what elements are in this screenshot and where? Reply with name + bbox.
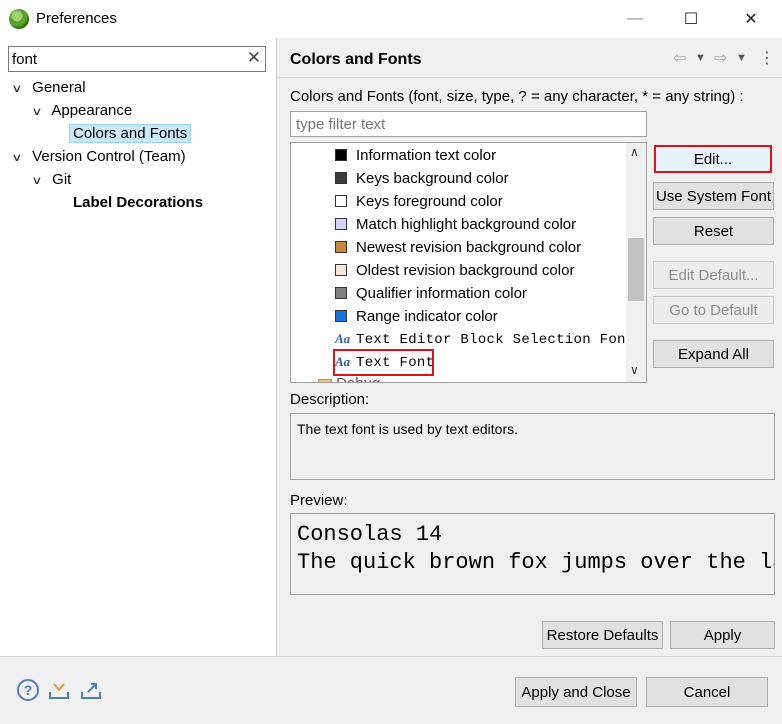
page-description: Colors and Fonts (font, size, type, ? = …: [290, 88, 744, 105]
cancel-button[interactable]: Cancel: [646, 677, 768, 707]
window-title: Preferences: [36, 10, 117, 27]
restore-defaults-button[interactable]: Restore Defaults: [542, 621, 663, 649]
close-window-button[interactable]: ✕: [728, 4, 774, 34]
reset-button[interactable]: Reset: [653, 217, 774, 245]
preference-page: Colors and Fonts ⇦ ▼ ⇨ ▼ ⋮ Colors and Fo…: [278, 38, 782, 656]
tree-item-keys-foreground-color[interactable]: Keys foreground color: [335, 191, 503, 213]
preview-font-name: Consolas 14: [297, 522, 443, 547]
scroll-up-arrow-icon[interactable]: ∧: [630, 145, 639, 159]
tree-item-label: Appearance: [51, 102, 133, 119]
description-label: Description:: [290, 391, 370, 408]
back-dropdown-icon[interactable]: ▼: [695, 52, 706, 64]
tree-item-match-highlight-background-color[interactable]: Match highlight background color: [335, 214, 576, 236]
expand-all-button[interactable]: Expand All: [653, 340, 774, 368]
tree-item-label: Information text color: [356, 147, 497, 164]
tree-item-label: Qualifier information color: [356, 285, 527, 302]
import-icon[interactable]: [48, 679, 70, 701]
edit-font-button[interactable]: Edit...: [654, 145, 772, 173]
font-icon: Aa: [335, 331, 351, 346]
chevron-down-icon[interactable]: ∨: [11, 78, 31, 100]
tree-item-colors-and-fonts[interactable]: Colors and Fonts: [69, 123, 192, 145]
tree-item-general[interactable]: ∨ General: [11, 77, 86, 100]
tree-item-label: Version Control (Team): [32, 148, 186, 165]
view-menu-icon[interactable]: ⋮: [759, 48, 775, 68]
use-system-font-button[interactable]: Use System Font: [653, 182, 774, 210]
title-bar: Preferences — ☐ ✕: [0, 0, 782, 38]
tree-item-newest-revision-background-color[interactable]: Newest revision background color: [335, 237, 581, 259]
color-swatch: [335, 172, 347, 184]
tree-item-git[interactable]: ∨ Git: [31, 169, 72, 192]
apply-and-close-button[interactable]: Apply and Close: [515, 677, 637, 707]
tree-item-label: Label Decorations: [73, 194, 204, 211]
color-swatch: [335, 195, 347, 207]
page-header: Colors and Fonts ⇦ ▼ ⇨ ▼ ⋮: [278, 38, 782, 78]
color-swatch: [335, 264, 347, 276]
tree-item-appearance[interactable]: ∨ Appearance: [31, 100, 133, 123]
tree-item-oldest-revision-background-color[interactable]: Oldest revision background color: [335, 260, 574, 282]
apply-button[interactable]: Apply: [670, 621, 775, 649]
forward-arrow-icon[interactable]: ⇨: [714, 48, 727, 68]
preferences-navigation: ✕ ∨ General ∨ Appearance Colors and Font…: [0, 38, 277, 656]
tree-item-label: Newest revision background color: [356, 239, 582, 256]
tree-item-keys-background-color[interactable]: Keys background color: [335, 168, 509, 190]
tree-item-label-decorations[interactable]: Label Decorations: [73, 192, 203, 214]
tree-item-qualifier-information-color[interactable]: Qualifier information color: [335, 283, 527, 305]
tree-item-label: Keys background color: [356, 170, 509, 187]
scroll-down-arrow-icon[interactable]: ∨: [630, 363, 639, 377]
tree-scrollbar[interactable]: ∧ ∨: [626, 143, 646, 382]
maximize-button[interactable]: ☐: [668, 4, 714, 34]
preview-sample-text: The quick brown fox jumps over the la: [297, 550, 775, 575]
tree-item-label: Match highlight background color: [356, 216, 577, 233]
minimize-button[interactable]: —: [612, 4, 658, 34]
description-text: The text font is used by text editors.: [290, 413, 775, 480]
font-preview: Consolas 14 The quick brown fox jumps ov…: [290, 513, 775, 595]
preview-label: Preview:: [290, 492, 348, 509]
dialog-footer: ? Apply and Close Cancel: [0, 656, 782, 724]
help-icon[interactable]: ?: [17, 679, 39, 701]
chevron-down-icon[interactable]: ∨: [11, 147, 31, 169]
forward-dropdown-icon[interactable]: ▼: [736, 52, 747, 64]
color-swatch: [335, 149, 347, 161]
color-swatch: [335, 310, 347, 322]
folder-icon: [318, 379, 333, 382]
type-filter-input[interactable]: [290, 111, 647, 137]
tree-item-label: Oldest revision background color: [356, 262, 575, 279]
eclipse-app-icon: [9, 9, 29, 29]
go-to-default-button[interactable]: Go to Default: [653, 296, 774, 324]
export-icon[interactable]: [80, 679, 102, 701]
scroll-thumb[interactable]: [628, 238, 644, 301]
tree-item-label: Keys foreground color: [356, 193, 503, 210]
tree-item-range-indicator-color[interactable]: Range indicator color: [335, 306, 498, 328]
colors-fonts-tree[interactable]: Information text color Keys background c…: [290, 142, 647, 383]
chevron-right-icon[interactable]: ▶: [301, 380, 308, 382]
tree-item-information-text-color[interactable]: Information text color: [335, 145, 496, 167]
tree-item-label: Colors and Fonts: [69, 124, 192, 143]
tree-item-label: Git: [52, 171, 72, 188]
tree-item-label: Debug: [336, 375, 380, 382]
color-swatch: [335, 287, 347, 299]
edit-default-button[interactable]: Edit Default...: [653, 261, 774, 289]
page-title: Colors and Fonts: [290, 51, 422, 68]
tree-item-block-selection-font[interactable]: Aa Text Editor Block Selection Font: [335, 328, 634, 350]
preference-filter-box: ✕: [8, 46, 266, 72]
text-font-highlight-box: [333, 349, 434, 376]
tree-item-label: General: [32, 79, 86, 96]
back-arrow-icon[interactable]: ⇦: [673, 48, 686, 68]
chevron-down-icon[interactable]: ∨: [31, 170, 51, 192]
tree-item-label: Text Editor Block Selection Font: [356, 332, 635, 348]
color-swatch: [335, 218, 347, 230]
chevron-down-icon[interactable]: ∨: [31, 101, 51, 123]
tree-item-label: Range indicator color: [356, 308, 498, 325]
preference-filter-input[interactable]: [12, 50, 240, 68]
color-swatch: [335, 241, 347, 253]
tree-item-version-control[interactable]: ∨ Version Control (Team): [11, 146, 186, 169]
clear-filter-icon[interactable]: ✕: [247, 48, 261, 68]
